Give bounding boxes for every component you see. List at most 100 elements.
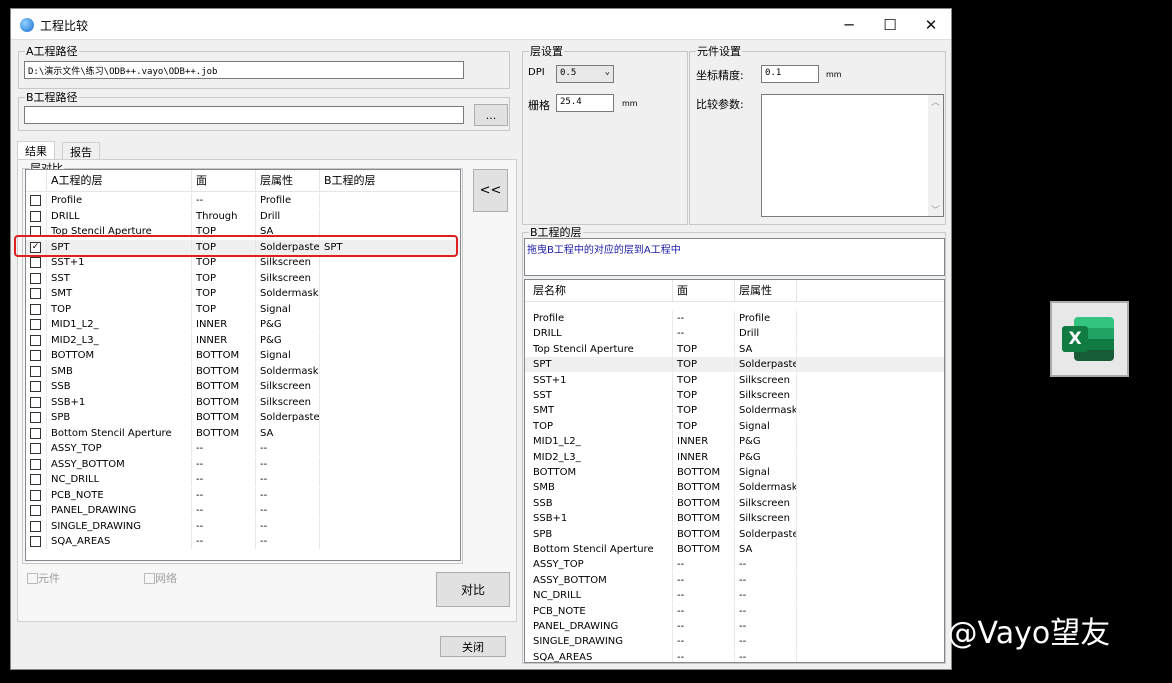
cell-side: BOTTOM <box>673 495 735 511</box>
col-side[interactable]: 面 <box>673 280 735 302</box>
row-checkbox[interactable] <box>30 458 41 470</box>
col-layer-name[interactable]: 层名称 <box>525 280 673 302</box>
row-checkbox[interactable] <box>30 365 41 377</box>
table-row[interactable]: SST TOP Silkscreen <box>26 270 460 286</box>
row-checkbox[interactable] <box>30 489 41 501</box>
excel-shortcut[interactable]: X <box>1050 301 1129 377</box>
row-checkbox[interactable] <box>30 350 41 361</box>
close-window-button[interactable]: ✕ <box>908 9 954 40</box>
table-row[interactable]: PANEL_DRAWING -- -- <box>26 503 460 518</box>
row-checkbox[interactable] <box>30 474 41 485</box>
list-item[interactable]: MID2_L3_ INNER P&G <box>525 449 944 465</box>
cell-name: Profile <box>47 193 192 208</box>
component-option[interactable]: 元件 <box>27 570 60 586</box>
row-checkbox[interactable] <box>30 520 41 532</box>
table-row[interactable]: SMB BOTTOM Soldermask <box>26 363 460 379</box>
row-checkbox[interactable] <box>30 303 41 315</box>
list-item[interactable]: DRILL -- Drill <box>525 326 944 342</box>
list-item[interactable]: SST TOP Silkscreen <box>525 388 944 403</box>
row-checkbox[interactable] <box>30 288 41 299</box>
cell-side: -- <box>192 518 256 534</box>
scrollbar[interactable]: ︿ ﹀ <box>928 95 943 216</box>
row-checkbox[interactable] <box>30 334 41 346</box>
component-checkbox[interactable] <box>27 573 38 584</box>
table-row[interactable]: SQA_AREAS -- -- <box>26 534 460 549</box>
col-b-layer[interactable]: B工程的层 <box>320 170 460 192</box>
row-checkbox[interactable] <box>30 412 41 423</box>
col-side[interactable]: 面 <box>192 170 256 192</box>
scroll-up-icon[interactable]: ︿ <box>928 95 943 108</box>
scroll-down-icon[interactable]: ﹀ <box>928 203 943 216</box>
net-checkbox[interactable] <box>144 573 155 584</box>
cell-name: MID2_L3_ <box>47 332 192 348</box>
col-attr[interactable]: 层属性 <box>256 170 320 192</box>
grid-input[interactable]: 25.4 <box>556 94 614 112</box>
table-row[interactable]: MID1_L2_ INNER P&G <box>26 317 460 332</box>
tab-result[interactable]: 结果 <box>17 141 55 159</box>
list-item[interactable]: SMB BOTTOM Soldermask <box>525 480 944 496</box>
compare-button[interactable]: 对比 <box>436 572 510 607</box>
list-item[interactable]: Profile -- Profile <box>525 311 944 326</box>
dpi-select[interactable]: 0.5 ⌄ <box>556 65 614 83</box>
browse-button[interactable]: ... <box>474 104 508 126</box>
params-textarea[interactable]: ︿ ﹀ <box>761 94 944 217</box>
table-row[interactable]: BOTTOM BOTTOM Signal <box>26 348 460 363</box>
net-option[interactable]: 网络 <box>144 570 177 586</box>
tab-report[interactable]: 报告 <box>62 142 100 159</box>
list-item[interactable]: SMT TOP Soldermask <box>525 403 944 419</box>
cell-b <box>320 488 460 503</box>
list-item[interactable]: ASSY_BOTTOM -- -- <box>525 572 944 588</box>
table-row[interactable]: SMT TOP Soldermask <box>26 286 460 301</box>
list-item[interactable]: SST+1 TOP Silkscreen <box>525 372 944 388</box>
row-checkbox[interactable] <box>30 381 41 392</box>
list-item[interactable]: SSB+1 BOTTOM Silkscreen <box>525 511 944 527</box>
list-item[interactable]: SPB BOTTOM Solderpaste <box>525 526 944 542</box>
table-row[interactable]: MID2_L3_ INNER P&G <box>26 332 460 348</box>
move-layer-button[interactable]: << <box>473 169 508 212</box>
row-checkbox[interactable] <box>30 319 41 330</box>
cell-b <box>320 333 460 348</box>
list-item[interactable]: ASSY_TOP -- -- <box>525 557 944 573</box>
row-checkbox[interactable] <box>30 195 41 206</box>
precision-input[interactable]: 0.1 <box>761 65 819 83</box>
row-checkbox[interactable] <box>30 443 41 454</box>
table-row[interactable]: PCB_NOTE -- -- <box>26 487 460 503</box>
list-item[interactable]: TOP TOP Signal <box>525 418 944 434</box>
list-item[interactable]: Top Stencil Aperture TOP SA <box>525 341 944 357</box>
maximize-button[interactable]: ☐ <box>867 9 913 40</box>
row-checkbox[interactable] <box>30 257 41 268</box>
table-row[interactable]: TOP TOP Signal <box>26 301 460 317</box>
row-checkbox[interactable] <box>30 505 41 516</box>
b-path-input[interactable] <box>24 106 464 124</box>
list-item[interactable]: BOTTOM BOTTOM Signal <box>525 465 944 480</box>
cell-side: -- <box>673 603 735 619</box>
cell-b <box>320 302 460 317</box>
table-row[interactable]: SINGLE_DRAWING -- -- <box>26 518 460 534</box>
row-checkbox[interactable] <box>30 272 41 284</box>
list-item[interactable]: Bottom Stencil Aperture BOTTOM SA <box>525 542 944 557</box>
table-row[interactable]: Bottom Stencil Aperture BOTTOM SA <box>26 425 460 441</box>
table-row[interactable]: SPB BOTTOM Solderpaste <box>26 410 460 425</box>
table-row[interactable]: NC_DRILL -- -- <box>26 472 460 487</box>
table-row[interactable]: Profile -- Profile <box>26 193 460 208</box>
col-attr[interactable]: 层属性 <box>735 280 797 302</box>
row-checkbox[interactable] <box>30 427 41 439</box>
table-row[interactable]: SSB BOTTOM Silkscreen <box>26 379 460 394</box>
row-checkbox[interactable] <box>30 536 41 547</box>
table-row[interactable]: SST+1 TOP Silkscreen <box>26 255 460 270</box>
b-layers-hint: 拖曳B工程中的对应的层到A工程中 <box>524 238 945 276</box>
table-row[interactable]: ASSY_TOP -- -- <box>26 441 460 456</box>
row-checkbox[interactable] <box>30 396 41 408</box>
list-item[interactable]: SSB BOTTOM Silkscreen <box>525 495 944 511</box>
a-path-input[interactable]: D:\演示文件\练习\ODB++.vayo\ODB++.job <box>24 61 464 79</box>
table-row[interactable]: SSB+1 BOTTOM Silkscreen <box>26 394 460 410</box>
col-a-layer[interactable]: A工程的层 <box>47 170 192 192</box>
close-button[interactable]: 关闭 <box>440 636 506 657</box>
table-row[interactable]: DRILL Through Drill <box>26 208 460 224</box>
list-item[interactable]: SPT TOP Solderpaste <box>525 357 944 373</box>
table-row[interactable]: ASSY_BOTTOM -- -- <box>26 456 460 472</box>
row-checkbox[interactable] <box>30 210 41 222</box>
list-item[interactable]: NC_DRILL -- -- <box>525 588 944 604</box>
minimize-button[interactable]: ─ <box>826 9 872 40</box>
list-item[interactable]: MID1_L2_ INNER P&G <box>525 434 944 450</box>
